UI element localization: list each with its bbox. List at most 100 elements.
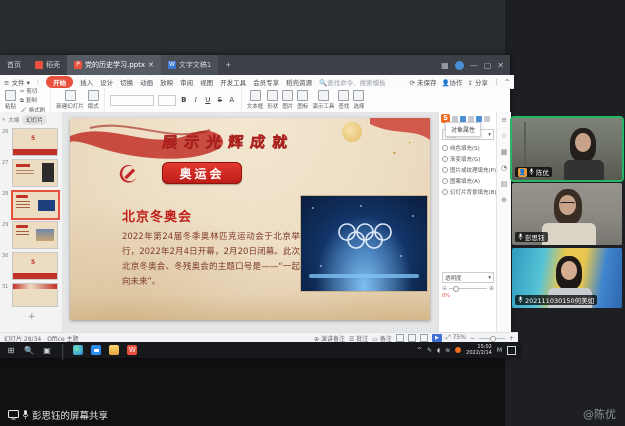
- tab-document-doc[interactable]: W 文字文稿1: [161, 55, 218, 75]
- ribbon-tab-design[interactable]: 设计: [100, 77, 113, 87]
- sorter-view-icon[interactable]: [408, 334, 416, 342]
- collapse-ribbon-icon[interactable]: ^: [505, 78, 510, 86]
- normal-view-icon[interactable]: [396, 334, 404, 342]
- more-icon[interactable]: ⋮: [493, 78, 500, 86]
- ribbon-tab-home[interactable]: 开始: [46, 76, 73, 88]
- font-size-select[interactable]: [158, 95, 176, 106]
- close-tab-icon[interactable]: ✕: [148, 61, 154, 69]
- panel-icon[interactable]: [476, 116, 482, 122]
- wps-cloud-tray-icon[interactable]: [455, 347, 461, 353]
- fill-option-solid[interactable]: 纯色填充(S): [439, 142, 497, 153]
- start-button[interactable]: ⊞: [6, 345, 16, 355]
- transparency-select[interactable]: 透明度▾: [442, 272, 494, 283]
- collab-button[interactable]: 👤协作: [441, 77, 462, 87]
- thumbnail-slide-27[interactable]: 27: [0, 159, 62, 187]
- thumbnail-slide-26[interactable]: 26 5: [0, 128, 62, 156]
- window-minimize-button[interactable]: —: [470, 61, 478, 70]
- network-icon[interactable]: ≋: [445, 347, 450, 354]
- thumbnail-slide-29[interactable]: 29: [0, 221, 62, 249]
- tab-document-pptx[interactable]: P 党的历史学习.pptx ✕: [67, 55, 161, 75]
- shapes-button[interactable]: 形状: [267, 90, 278, 110]
- unsaved-status[interactable]: ⟳ 未保存: [409, 77, 436, 87]
- bold-button[interactable]: B: [180, 96, 188, 104]
- fill-option-picture[interactable]: 图片或纹理填充(P): [439, 164, 497, 175]
- settings-icon[interactable]: ⊕: [501, 196, 507, 204]
- action-center-icon[interactable]: [507, 346, 516, 355]
- ribbon-tab-insert[interactable]: 插入: [80, 77, 93, 87]
- thumbnail-slide-30[interactable]: 30 5: [0, 252, 62, 280]
- thumbnail-slide-31[interactable]: 31: [0, 283, 62, 311]
- icons-button[interactable]: 图标: [297, 90, 308, 110]
- ribbon-tab-transition[interactable]: 切换: [120, 77, 133, 87]
- ribbon-search[interactable]: 🔍查找命令、搜索模板: [319, 77, 386, 87]
- ribbon-tab-docer-res[interactable]: 稻壳资源: [286, 77, 312, 87]
- tab-docer[interactable]: 稻壳: [28, 55, 67, 75]
- cut-button[interactable]: ✂ 剪切: [20, 87, 45, 95]
- ribbon-tab-dev[interactable]: 开发工具: [220, 77, 246, 87]
- panel-icon[interactable]: [460, 116, 466, 122]
- ribbon-tab-member[interactable]: 会员专享: [253, 77, 279, 87]
- layers-icon[interactable]: ▤: [501, 180, 508, 188]
- wps-taskbar-icon[interactable]: W: [127, 345, 137, 355]
- pen-tray-icon[interactable]: ✎: [427, 347, 432, 354]
- textbox-button[interactable]: 文本框: [247, 90, 264, 110]
- window-close-button[interactable]: ✕: [497, 61, 504, 70]
- new-tab-button[interactable]: +: [218, 55, 238, 75]
- underline-button[interactable]: U: [204, 96, 212, 104]
- outline-tab[interactable]: 大纲: [8, 116, 19, 124]
- window-maximize-button[interactable]: ▢: [484, 61, 492, 70]
- volume-icon[interactable]: ◖: [437, 347, 440, 354]
- italic-button[interactable]: I: [192, 96, 200, 104]
- panel-icon[interactable]: [468, 116, 474, 122]
- decrease-icon[interactable]: ⊖: [442, 285, 447, 292]
- increase-icon[interactable]: ⊕: [489, 285, 494, 292]
- fill-option-background[interactable]: 幻灯片背景填充(B): [439, 186, 497, 197]
- collapse-panel-icon[interactable]: «: [2, 117, 5, 123]
- picture-button[interactable]: 图片: [282, 90, 293, 110]
- effects-icon[interactable]: ☆: [501, 132, 507, 140]
- slides-tab[interactable]: 幻灯片: [22, 115, 47, 125]
- participant-video-hemeiru[interactable]: 202111030150何美如: [512, 248, 622, 308]
- fill-option-pattern[interactable]: 图案填充(A): [439, 175, 497, 186]
- panel-icon[interactable]: [484, 116, 490, 122]
- play-slideshow-button[interactable]: ▶: [432, 334, 442, 342]
- ribbon-tab-view[interactable]: 视图: [200, 77, 213, 87]
- properties-icon[interactable]: ≡: [501, 116, 507, 124]
- tab-home[interactable]: 首页: [0, 55, 28, 75]
- slide-28[interactable]: ✦ ✦ 展示光辉成就 奥运会 北京冬奥会 2022年第24届冬季奥林匹克运动会于…: [70, 118, 430, 320]
- account-avatar[interactable]: [455, 61, 464, 70]
- share-button[interactable]: ⇪ 分享: [468, 77, 489, 87]
- participant-video-pengsiyu[interactable]: 彭思钰: [512, 183, 622, 245]
- layout-button[interactable]: 版式: [88, 90, 99, 110]
- zoom-slider[interactable]: [479, 338, 505, 339]
- copy-button[interactable]: ⧉ 复制: [20, 96, 45, 105]
- find-button[interactable]: 查找: [338, 90, 349, 110]
- new-slide-button[interactable]: 新建幻灯片: [56, 90, 84, 110]
- file-menu[interactable]: ≡ 文件 ▾: [4, 77, 30, 87]
- participant-video-chenyou[interactable]: 👤 陈优: [512, 118, 622, 180]
- fill-option-gradient[interactable]: 渐变填充(G): [439, 153, 497, 164]
- panel-icon[interactable]: [452, 116, 458, 122]
- zoom-out-button[interactable]: −: [470, 335, 475, 342]
- font-family-select[interactable]: [110, 95, 154, 106]
- ribbon-tab-slideshow[interactable]: 放映: [160, 77, 173, 87]
- present-tools-button[interactable]: 演示工具: [312, 90, 334, 110]
- file-explorer-icon[interactable]: [109, 345, 119, 355]
- tray-expand-icon[interactable]: ^: [417, 347, 422, 354]
- reading-view-icon[interactable]: [420, 334, 428, 342]
- transparency-slider[interactable]: [449, 288, 487, 289]
- task-view-icon[interactable]: ▣: [42, 345, 52, 355]
- select-button[interactable]: 选择: [353, 90, 364, 110]
- font-color-button[interactable]: A: [228, 96, 236, 104]
- ribbon-tab-review[interactable]: 审阅: [180, 77, 193, 87]
- add-slide-button[interactable]: +: [28, 312, 36, 322]
- zoom-in-button[interactable]: +: [509, 335, 514, 342]
- thumbnail-slide-28-current[interactable]: 28: [0, 190, 62, 218]
- meeting-app-icon[interactable]: [94, 349, 99, 352]
- taskbar-clock[interactable]: 15:022022/2/14: [466, 344, 492, 357]
- media-icon[interactable]: ▦: [501, 148, 508, 156]
- search-icon[interactable]: 🔍: [24, 345, 34, 355]
- ribbon-tab-animation[interactable]: 动画: [140, 77, 153, 87]
- ime-indicator[interactable]: M: [497, 347, 502, 354]
- animation-icon[interactable]: ◔: [501, 164, 507, 172]
